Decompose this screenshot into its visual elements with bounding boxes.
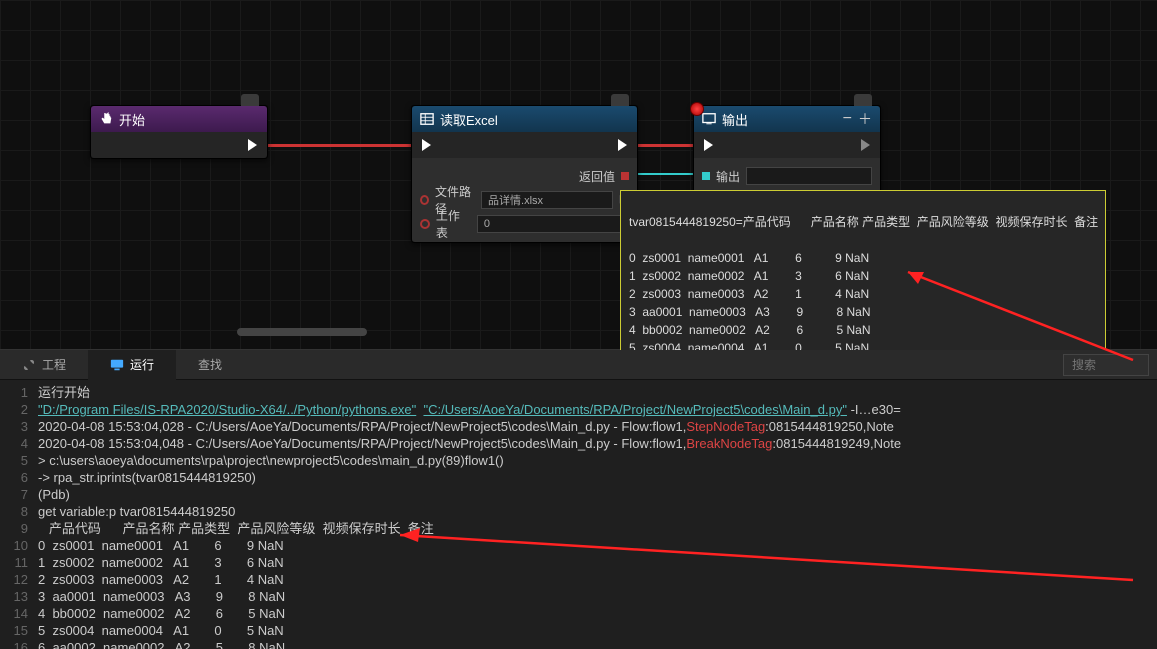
panel-tabbar: 工程 运行 查找	[0, 350, 1157, 380]
wire-exec	[266, 144, 414, 147]
console-line: 8get variable:p tvar0815444819250	[0, 503, 1157, 520]
exec-out-port[interactable]	[618, 139, 627, 151]
console-line: 9 产品代码 产品名称 产品类型 产品风险等级 视频保存时长 备注	[0, 520, 1157, 537]
node-read-excel[interactable]: 读取Excel 返回值 文件路径 ⎘ 工作表	[411, 105, 638, 243]
node-title: 输出	[722, 110, 748, 129]
exec-in-port[interactable]	[704, 139, 713, 151]
console-line: 2"D:/Program Files/IS-RPA2020/Studio-X64…	[0, 401, 1157, 418]
exec-in-port[interactable]	[422, 139, 431, 151]
node-tab-icon	[611, 94, 629, 106]
out-label: 返回值	[579, 168, 615, 185]
wrench-icon	[22, 358, 36, 372]
output-value-input[interactable]	[746, 167, 872, 185]
tab-find[interactable]: 查找	[176, 350, 244, 380]
data-in-port[interactable]	[420, 195, 429, 205]
sheet-input[interactable]	[477, 215, 629, 233]
console-line: 1运行开始	[0, 384, 1157, 401]
tooltip-row: 4 bb0002 name0002 A2 6 5 NaN	[629, 321, 1097, 339]
console-line: 100 zs0001 name0001 A1 6 9 NaN	[0, 537, 1157, 554]
console-line: 122 zs0003 name0003 A2 1 4 NaN	[0, 571, 1157, 588]
node-tab-icon	[854, 94, 872, 106]
exec-out-port[interactable]	[248, 139, 257, 151]
node-title: 读取Excel	[440, 110, 498, 129]
breakpoint-icon[interactable]	[690, 102, 704, 116]
search-input[interactable]	[1063, 354, 1149, 376]
console-line: 32020-04-08 15:53:04,028 - C:/Users/AoeY…	[0, 418, 1157, 435]
node-title: 开始	[119, 110, 145, 129]
table-icon	[420, 112, 434, 126]
console-line: 133 aa0001 name0003 A3 9 8 NaN	[0, 588, 1157, 605]
data-out-port[interactable]	[621, 172, 629, 180]
add-button[interactable]: ＋	[858, 109, 872, 129]
data-in-port[interactable]	[420, 219, 430, 229]
exec-out-port[interactable]	[861, 139, 870, 151]
console-line: 7(Pdb)	[0, 486, 1157, 503]
console-line: 5> c:\users\aoeya\documents\rpa\project\…	[0, 452, 1157, 469]
console-line: 144 bb0002 name0002 A2 6 5 NaN	[0, 605, 1157, 622]
tab-project[interactable]: 工程	[0, 350, 88, 380]
node-tab-icon	[241, 94, 259, 106]
in-label: 输出	[716, 168, 740, 185]
horizontal-scrollbar[interactable]	[237, 328, 367, 336]
node-output[interactable]: 输出 − ＋ 输出	[693, 105, 881, 195]
console-line: 42020-04-08 15:53:04,048 - C:/Users/AoeY…	[0, 435, 1157, 452]
tooltip-header: tvar0815444819250=产品代码 产品名称 产品类型 产品风险等级 …	[629, 213, 1097, 231]
monitor-icon	[110, 358, 124, 372]
field-label: 工作表	[436, 207, 471, 241]
collapse-button[interactable]: −	[843, 110, 852, 128]
node-start[interactable]: 开始	[90, 105, 268, 159]
bottom-panel: 工程 运行 查找 1运行开始2"D:/Program Files/IS-RPA2…	[0, 350, 1157, 649]
console-line: 111 zs0002 name0002 A1 3 6 NaN	[0, 554, 1157, 571]
wire-exec	[636, 144, 696, 147]
console-line: 6-> rpa_str.iprints(tvar0815444819250)	[0, 469, 1157, 486]
console-output[interactable]: 1运行开始2"D:/Program Files/IS-RPA2020/Studi…	[0, 380, 1157, 649]
console-line: 166 aa0002 name0002 A2 5 8 NaN	[0, 639, 1157, 649]
tab-run[interactable]: 运行	[88, 350, 176, 380]
tooltip-row: 3 aa0001 name0003 A3 9 8 NaN	[629, 303, 1097, 321]
tooltip-row: 1 zs0002 name0002 A1 3 6 NaN	[629, 267, 1097, 285]
file-path-input[interactable]	[481, 191, 613, 209]
console-line: 155 zs0004 name0004 A1 0 5 NaN	[0, 622, 1157, 639]
hand-icon	[99, 112, 113, 126]
output-icon	[702, 112, 716, 126]
tooltip-row: 2 zs0003 name0003 A2 1 4 NaN	[629, 285, 1097, 303]
search-box	[1063, 354, 1149, 376]
tooltip-row: 0 zs0001 name0001 A1 6 9 NaN	[629, 249, 1097, 267]
data-in-port[interactable]	[702, 172, 710, 180]
